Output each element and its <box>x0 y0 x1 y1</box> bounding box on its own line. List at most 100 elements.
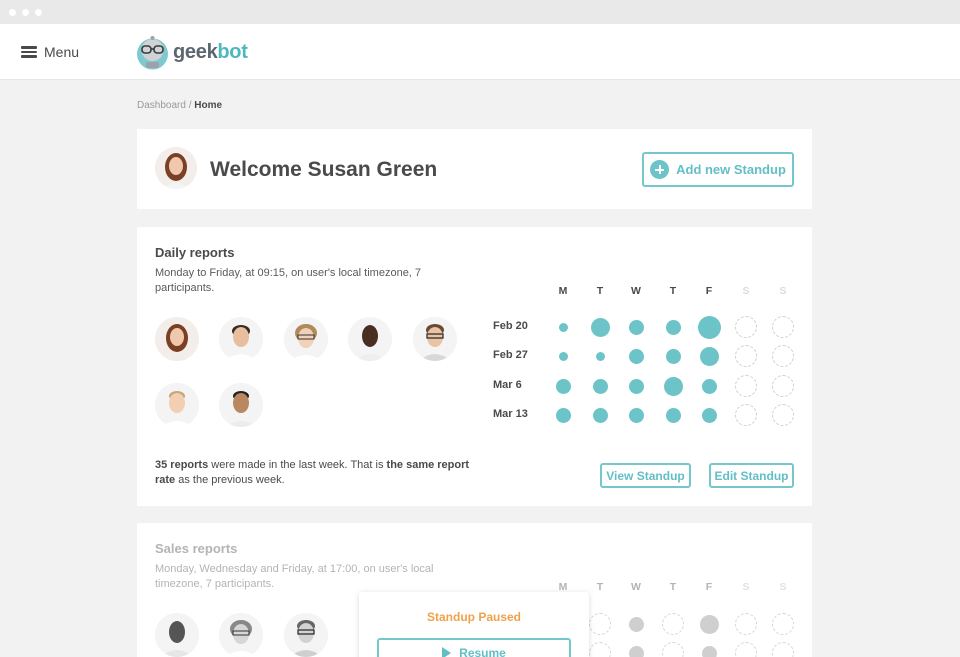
breadcrumb-current: Home <box>194 100 223 111</box>
participation-dot[interactable] <box>592 407 608 423</box>
plus-circle-icon <box>650 160 670 179</box>
empty-dot[interactable] <box>589 642 611 657</box>
standup-description: Monday, Wednesday and Friday, at 17:00, … <box>155 563 434 590</box>
breadcrumb-dashboard[interactable]: Dashboard <box>137 100 186 111</box>
window-dot <box>9 9 16 16</box>
weekday-header: W <box>631 581 641 593</box>
participant-avatar <box>219 317 263 361</box>
participant-avatar <box>155 383 199 427</box>
user-avatar <box>155 147 197 189</box>
standup-title: Sales reports <box>155 541 238 556</box>
participation-dot[interactable] <box>590 317 610 337</box>
standup-description: Monday to Friday, at 09:15, on user's lo… <box>155 267 422 294</box>
weekday-header: M <box>558 285 568 297</box>
weekday-header: T <box>596 285 604 297</box>
participant-avatar <box>219 383 263 427</box>
empty-dot[interactable] <box>735 404 757 426</box>
participation-dot[interactable] <box>628 407 644 423</box>
weekday-header: S <box>779 581 787 593</box>
view-standup-button[interactable]: View Standup <box>600 463 691 488</box>
weekday-header: T <box>596 581 604 593</box>
participation-dot[interactable] <box>558 322 568 332</box>
week-label: Feb 27 <box>493 349 528 361</box>
add-standup-button[interactable]: Add new Standup <box>642 152 794 187</box>
menu-button[interactable]: Menu <box>21 42 79 62</box>
participation-dot[interactable] <box>558 351 568 361</box>
participation-dot[interactable] <box>592 378 608 394</box>
weekday-header: S <box>742 285 750 297</box>
participation-dot[interactable] <box>701 645 717 657</box>
empty-dot[interactable] <box>735 375 757 397</box>
participation-dot[interactable] <box>628 616 644 632</box>
participation-dot[interactable] <box>701 378 717 394</box>
participation-dot[interactable] <box>697 315 721 339</box>
empty-dot[interactable] <box>772 642 794 657</box>
browser-chrome <box>0 0 960 24</box>
weekday-header: S <box>779 285 787 297</box>
participation-dot[interactable] <box>701 407 717 423</box>
resume-button[interactable]: Resume <box>377 638 571 657</box>
participant-avatar <box>155 317 199 361</box>
participant-avatar <box>284 613 328 657</box>
participation-dot[interactable] <box>555 378 571 394</box>
participation-dot[interactable] <box>595 351 605 361</box>
week-label: Mar 13 <box>493 408 528 420</box>
empty-dot[interactable] <box>735 345 757 367</box>
empty-dot[interactable] <box>772 345 794 367</box>
breadcrumb: Dashboard / Home <box>137 100 222 111</box>
participation-dot[interactable] <box>665 407 681 423</box>
resume-label: Resume <box>459 646 506 657</box>
participation-dot[interactable] <box>628 319 644 335</box>
paused-label: Standup Paused <box>426 610 521 624</box>
weekday-header: W <box>631 285 641 297</box>
participation-dot[interactable] <box>699 614 719 634</box>
standup-paused-popup: Standup Paused Resume <box>359 592 589 657</box>
play-icon <box>442 647 452 657</box>
summary-text-end: as the previous week. <box>175 474 285 486</box>
weekday-header: T <box>669 285 677 297</box>
empty-dot[interactable] <box>589 613 611 635</box>
participation-dot[interactable] <box>555 407 571 423</box>
participant-avatar <box>413 317 457 361</box>
logo[interactable]: geekbot <box>136 34 248 70</box>
weekday-header: F <box>705 285 713 297</box>
empty-dot[interactable] <box>662 613 684 635</box>
participation-dot[interactable] <box>628 348 644 364</box>
participant-avatar <box>219 613 263 657</box>
standup-summary: 35 reports were made in the last week. T… <box>155 458 485 488</box>
empty-dot[interactable] <box>772 404 794 426</box>
logo-text-geek: geek <box>173 40 218 63</box>
welcome-card: Welcome Susan Green Add new Standup <box>137 129 812 209</box>
menu-label: Menu <box>44 44 80 60</box>
window-dot <box>35 9 42 16</box>
empty-dot[interactable] <box>772 375 794 397</box>
participation-dot[interactable] <box>665 348 681 364</box>
add-standup-label: Add new Standup <box>676 162 786 177</box>
participation-dot[interactable] <box>699 346 719 366</box>
hamburger-icon <box>21 46 37 58</box>
participant-avatar <box>155 613 199 657</box>
participation-dot[interactable] <box>628 645 644 657</box>
empty-dot[interactable] <box>772 316 794 338</box>
participation-dot[interactable] <box>663 376 683 396</box>
empty-dot[interactable] <box>662 642 684 657</box>
empty-dot[interactable] <box>735 613 757 635</box>
standup-title: Daily reports <box>155 245 235 260</box>
participation-dot[interactable] <box>665 319 681 335</box>
edit-standup-button[interactable]: Edit Standup <box>709 463 794 488</box>
summary-text: were made in the last week. That is <box>208 459 387 471</box>
daily-reports-card: Daily reports Monday to Friday, at 09:15… <box>137 227 812 506</box>
week-label: Feb 20 <box>493 320 528 332</box>
participant-avatar <box>284 317 328 361</box>
week-label: Mar 6 <box>493 379 522 391</box>
empty-dot[interactable] <box>735 642 757 657</box>
participation-dot[interactable] <box>628 378 644 394</box>
breadcrumb-separator: / <box>185 100 195 111</box>
empty-dot[interactable] <box>772 613 794 635</box>
top-bar: Menu geekbot <box>0 24 960 80</box>
report-count: 35 reports <box>155 459 209 471</box>
weekday-header: F <box>705 581 713 593</box>
empty-dot[interactable] <box>735 316 757 338</box>
logo-text-bot: bot <box>217 40 248 63</box>
window-dot <box>22 9 29 16</box>
